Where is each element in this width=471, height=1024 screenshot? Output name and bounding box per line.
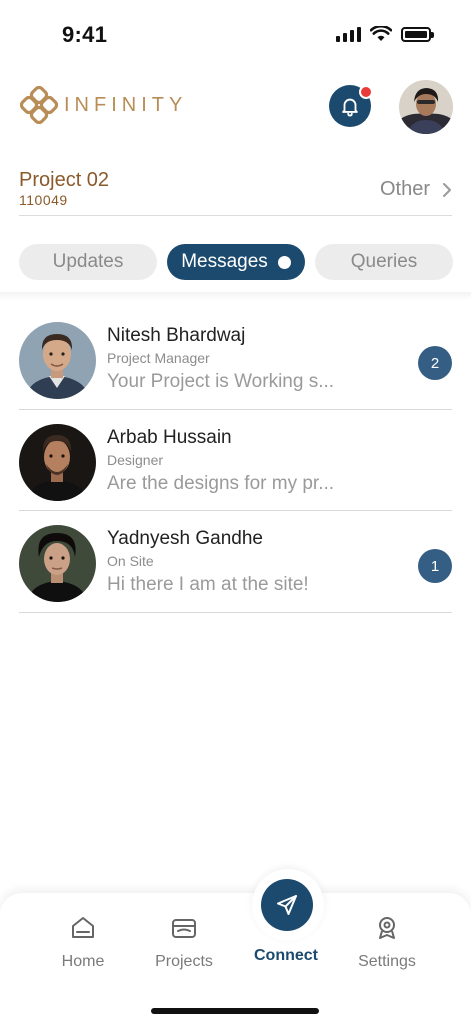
contact-role: Project Manager <box>107 350 210 366</box>
contact-name: Arbab Hussain <box>107 426 232 448</box>
avatar <box>19 525 96 602</box>
avatar <box>19 322 96 399</box>
wifi-icon <box>370 26 392 41</box>
app-logo: INFINITY <box>20 86 187 124</box>
tab-bar: Updates Messages Queries <box>19 244 453 280</box>
notifications-button[interactable] <box>329 85 373 127</box>
nav-settings[interactable]: Settings <box>342 915 432 971</box>
settings-icon <box>379 917 395 939</box>
message-preview: Your Project is Working s... <box>107 371 335 392</box>
project-selector[interactable]: Project 02 110049 Other <box>19 166 452 216</box>
active-dot-icon <box>277 255 291 269</box>
user-avatar[interactable] <box>399 80 453 134</box>
status-time: 9:41 <box>62 22 108 47</box>
tab-label: Queries <box>350 251 418 272</box>
status-bar: 9:41 <box>0 0 471 70</box>
infinity-logo-icon <box>20 86 58 124</box>
app-header: INFINITY <box>0 78 471 138</box>
contact-name: Yadnyesh Gandhe <box>107 528 263 549</box>
logo-text: INFINITY <box>64 93 188 116</box>
other-project-link[interactable]: Other <box>380 178 452 201</box>
tab-label: Updates <box>52 251 124 272</box>
nav-label: Projects <box>155 953 213 970</box>
nav-projects[interactable]: Projects <box>139 915 229 971</box>
status-icons <box>336 26 434 42</box>
user-avatar-image <box>399 80 453 134</box>
project-name: Project 02 <box>19 169 110 191</box>
nav-home[interactable]: Home <box>38 915 128 971</box>
list-item[interactable]: Yadnyesh Gandhe On Site Hi there I am at… <box>19 511 452 613</box>
contact-role: Designer <box>107 451 164 468</box>
send-icon <box>277 895 297 915</box>
list-item[interactable]: Arbab Hussain Designer Are the designs f… <box>19 410 452 511</box>
message-preview: Hi there I am at the site! <box>107 574 309 595</box>
unread-badge: 2 <box>418 346 452 380</box>
battery-icon <box>401 26 434 42</box>
chevron-right-icon <box>443 182 451 197</box>
message-preview: Are the designs for my pr... <box>107 472 335 494</box>
projects-icon <box>172 919 196 938</box>
tab-queries[interactable]: Queries <box>315 244 453 280</box>
tab-updates[interactable]: Updates <box>19 244 157 280</box>
nav-label: Settings <box>358 953 416 970</box>
connect-fab-button[interactable] <box>261 879 313 931</box>
tab-messages[interactable]: Messages <box>167 244 305 280</box>
avatar <box>19 423 96 501</box>
contact-name: Nitesh Bhardwaj <box>107 325 246 346</box>
tab-label: Messages <box>181 251 268 272</box>
contact-role: On Site <box>107 553 154 569</box>
bell-icon <box>342 98 358 117</box>
home-indicator <box>151 1008 319 1014</box>
list-item[interactable]: Nitesh Bhardwaj Project Manager Your Pro… <box>19 308 452 410</box>
nav-label: Home <box>61 953 105 970</box>
cellular-signal-icon <box>336 26 361 42</box>
notification-dot <box>359 85 373 99</box>
unread-badge: 1 <box>418 549 452 583</box>
project-code: 110049 <box>19 192 68 208</box>
divider <box>0 292 471 300</box>
other-label: Other <box>379 178 430 200</box>
home-icon <box>72 917 94 938</box>
nav-label: Connect <box>254 947 318 964</box>
message-list: Nitesh Bhardwaj Project Manager Your Pro… <box>19 308 452 613</box>
nav-connect[interactable]: Connect <box>241 947 331 965</box>
bottom-nav: Home Projects Connect Settings <box>0 869 471 1024</box>
